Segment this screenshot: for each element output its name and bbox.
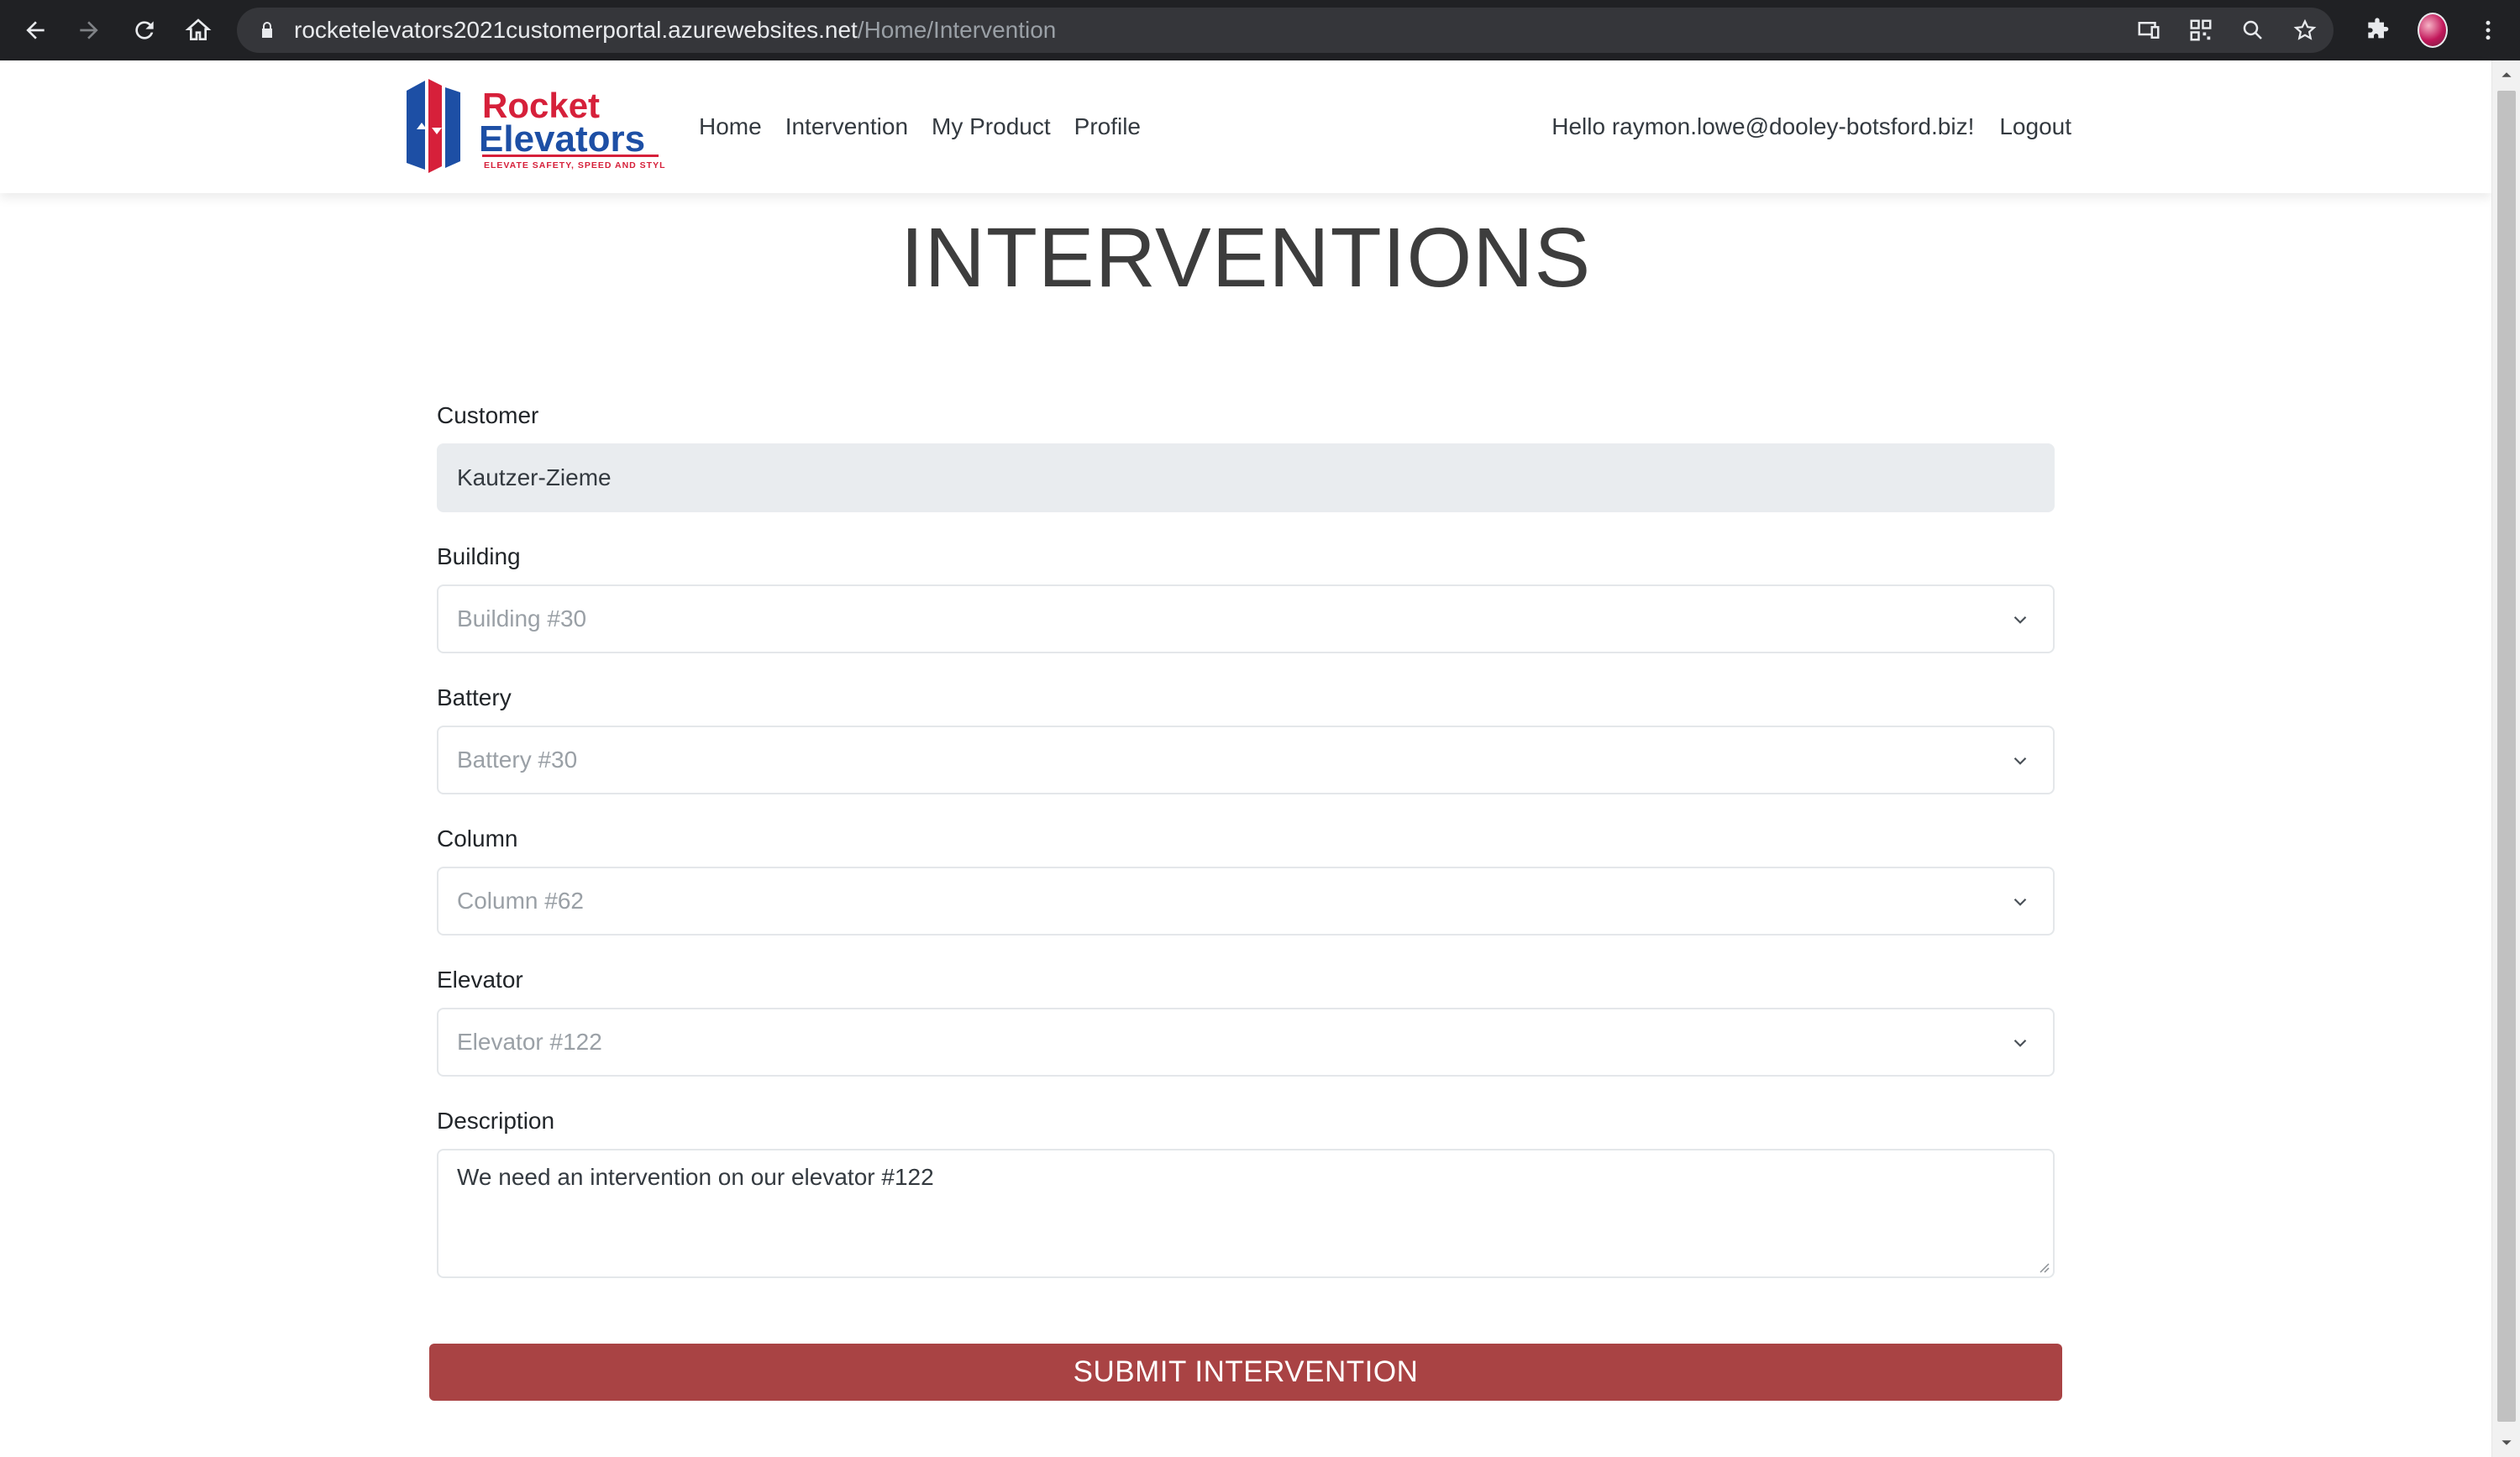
nav-my-product-link[interactable]: My Product [932, 113, 1051, 140]
resize-grip-icon[interactable] [2036, 1260, 2050, 1273]
scrollbar-thumb[interactable] [2497, 91, 2516, 1422]
description-textarea[interactable]: We need an intervention on our elevator … [437, 1149, 2055, 1278]
home-icon[interactable] [178, 10, 218, 50]
description-label: Description [437, 1108, 555, 1134]
page-title: INTERVENTIONS [900, 211, 1592, 305]
column-value: Column #62 [457, 888, 584, 914]
column-select[interactable]: Column #62 [437, 867, 2055, 936]
logout-link[interactable]: Logout [1999, 113, 2071, 140]
profile-avatar[interactable] [2418, 13, 2448, 48]
intervention-form: Customer Kautzer-Zieme Building Building… [437, 401, 2055, 1308]
reload-icon[interactable] [124, 10, 165, 50]
url-path: /Home/Intervention [857, 17, 1057, 43]
submit-intervention-button[interactable]: SUBMIT INTERVENTION [429, 1344, 2062, 1401]
logo-text-bottom: Elevators [479, 118, 645, 160]
customer-label: Customer [437, 402, 539, 428]
page-scrollbar[interactable] [2491, 60, 2520, 1457]
chevron-down-icon [2013, 616, 2027, 624]
building-select[interactable]: Building #30 [437, 584, 2055, 653]
more-menu-icon[interactable] [2473, 15, 2503, 45]
battery-value: Battery #30 [457, 747, 578, 773]
scroll-down-arrow-icon[interactable] [2492, 1428, 2520, 1457]
lock-icon [255, 18, 279, 42]
rocket-elevators-logo[interactable]: Rocket Elevators ELEVATE SAFETY, SPEED A… [405, 79, 672, 173]
url-host: rocketelevators2021customerportal.azurew… [294, 17, 858, 43]
battery-select[interactable]: Battery #30 [437, 726, 2055, 794]
forward-icon[interactable] [69, 10, 109, 50]
customer-value: Kautzer-Zieme [457, 464, 612, 490]
chevron-down-icon [2013, 757, 2027, 765]
site-navbar: Rocket Elevators ELEVATE SAFETY, SPEED A… [0, 60, 2491, 193]
nav-home-link[interactable]: Home [699, 113, 762, 140]
nav-intervention-link[interactable]: Intervention [785, 113, 908, 140]
battery-label: Battery [437, 684, 512, 710]
address-bar[interactable]: rocketelevators2021customerportal.azurew… [237, 8, 2334, 53]
logo-tagline: ELEVATE SAFETY, SPEED AND STYLE [484, 160, 665, 170]
building-label: Building [437, 543, 521, 569]
browser-toolbar: rocketelevators2021customerportal.azurew… [0, 0, 2520, 60]
user-greeting: Hello raymon.lowe@dooley-botsford.biz! [1551, 113, 1975, 139]
chevron-down-icon [2013, 898, 2027, 906]
bookmark-star-icon[interactable] [2290, 15, 2320, 45]
back-icon[interactable] [15, 10, 55, 50]
description-value: We need an intervention on our elevator … [457, 1164, 934, 1190]
extensions-puzzle-icon[interactable] [2362, 15, 2392, 45]
building-value: Building #30 [457, 605, 587, 632]
cast-icon[interactable] [2134, 15, 2164, 45]
nav-profile-link[interactable]: Profile [1074, 113, 1141, 140]
elevator-label: Elevator [437, 967, 523, 993]
url-text: rocketelevators2021customerportal.azurew… [294, 17, 1056, 44]
zoom-icon[interactable] [2238, 15, 2268, 45]
qr-code-icon[interactable] [2186, 15, 2216, 45]
scroll-up-arrow-icon[interactable] [2492, 60, 2520, 89]
elevator-value: Elevator #122 [457, 1029, 602, 1055]
chevron-down-icon [2013, 1039, 2027, 1047]
elevator-select[interactable]: Elevator #122 [437, 1008, 2055, 1077]
column-label: Column [437, 825, 518, 852]
customer-field[interactable]: Kautzer-Zieme [437, 443, 2055, 512]
